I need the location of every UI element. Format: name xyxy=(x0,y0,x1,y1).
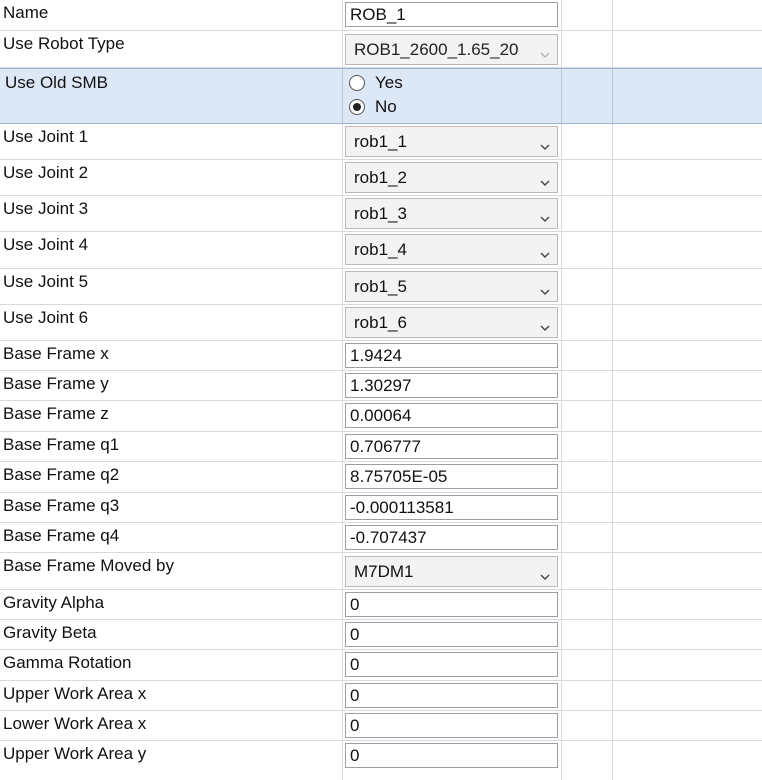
moved-by-value: M7DM1 xyxy=(354,562,414,581)
joint-3-value: rob1_3 xyxy=(354,204,407,223)
lower-work-area-x-input[interactable]: 0 xyxy=(345,713,558,738)
chevron-down-icon xyxy=(540,317,550,331)
chevron-down-icon xyxy=(540,208,550,222)
old-smb-yes-label: Yes xyxy=(375,73,403,92)
row-base-frame-moved-by: Base Frame Moved by M7DM1 xyxy=(0,553,762,590)
base-frame-q1-label: Base Frame q1 xyxy=(3,435,120,454)
row-joint-4: Use Joint 4 rob1_4 xyxy=(0,232,762,269)
name-input[interactable]: ROB_1 xyxy=(345,2,558,27)
old-smb-yes-option[interactable]: Yes xyxy=(349,72,403,94)
row-gravity-alpha: Gravity Alpha 0 xyxy=(0,590,762,620)
radio-button-icon[interactable] xyxy=(349,75,365,91)
old-smb-no-option[interactable]: No xyxy=(349,96,397,118)
gravity-beta-label: Gravity Beta xyxy=(3,623,97,642)
joint-5-label: Use Joint 5 xyxy=(3,272,89,291)
row-base-frame-q3: Base Frame q3 -0.000113581 xyxy=(0,493,762,523)
gravity-beta-input[interactable]: 0 xyxy=(345,622,558,647)
row-base-frame-y: Base Frame y 1.30297 xyxy=(0,371,762,401)
row-joint-2: Use Joint 2 rob1_2 xyxy=(0,160,762,196)
lower-work-area-x-label: Lower Work Area x xyxy=(3,714,147,733)
row-base-frame-q2: Base Frame q2 8.75705E-05 xyxy=(0,462,762,493)
gravity-alpha-label: Gravity Alpha xyxy=(3,593,105,612)
joint-5-dropdown[interactable]: rob1_5 xyxy=(345,271,558,302)
robot-type-label: Use Robot Type xyxy=(3,34,125,53)
robot-type-value: ROB1_2600_1.65_20 xyxy=(354,40,519,59)
upper-work-area-y-input[interactable]: 0 xyxy=(345,743,558,768)
moved-by-dropdown[interactable]: M7DM1 xyxy=(345,556,558,587)
radio-button-icon[interactable] xyxy=(349,99,365,115)
base-frame-q3-input[interactable]: -0.000113581 xyxy=(345,495,558,520)
row-gamma-rotation: Gamma Rotation 0 xyxy=(0,650,762,681)
base-frame-x-label: Base Frame x xyxy=(3,344,109,363)
row-joint-3: Use Joint 3 rob1_3 xyxy=(0,196,762,232)
gravity-alpha-input[interactable]: 0 xyxy=(345,592,558,617)
robot-type-dropdown[interactable]: ROB1_2600_1.65_20 xyxy=(345,34,558,65)
chevron-down-icon xyxy=(540,281,550,295)
row-base-frame-q1: Base Frame q1 0.706777 xyxy=(0,432,762,462)
base-frame-q2-label: Base Frame q2 xyxy=(3,465,120,484)
chevron-down-icon xyxy=(540,566,550,580)
joint-3-dropdown[interactable]: rob1_3 xyxy=(345,198,558,229)
joint-1-dropdown[interactable]: rob1_1 xyxy=(345,126,558,157)
base-frame-q3-label: Base Frame q3 xyxy=(3,496,120,515)
row-old-smb: Use Old SMB Yes No xyxy=(0,68,762,124)
upper-work-area-x-label: Upper Work Area x xyxy=(3,684,147,703)
row-gravity-beta: Gravity Beta 0 xyxy=(0,620,762,650)
row-robot-type: Use Robot Type ROB1_2600_1.65_20 xyxy=(0,31,762,68)
joint-1-value: rob1_1 xyxy=(354,132,407,151)
upper-work-area-y-label: Upper Work Area y xyxy=(3,744,147,763)
joint-6-value: rob1_6 xyxy=(354,313,407,332)
row-lower-work-area-x: Lower Work Area x 0 xyxy=(0,711,762,741)
joint-5-value: rob1_5 xyxy=(354,277,407,296)
row-name: Name ROB_1 xyxy=(0,0,762,31)
joint-6-label: Use Joint 6 xyxy=(3,308,89,327)
chevron-down-icon xyxy=(540,244,550,258)
joint-2-value: rob1_2 xyxy=(354,168,407,187)
joint-2-label: Use Joint 2 xyxy=(3,163,89,182)
base-frame-y-label: Base Frame y xyxy=(3,374,109,393)
row-upper-work-area-y: Upper Work Area y 0 xyxy=(0,741,762,780)
row-base-frame-z: Base Frame z 0.00064 xyxy=(0,401,762,432)
upper-work-area-x-input[interactable]: 0 xyxy=(345,683,558,708)
joint-1-label: Use Joint 1 xyxy=(3,127,89,146)
base-frame-z-input[interactable]: 0.00064 xyxy=(345,403,558,428)
gamma-rotation-label: Gamma Rotation xyxy=(3,653,132,672)
joint-3-label: Use Joint 3 xyxy=(3,199,89,218)
moved-by-label: Base Frame Moved by xyxy=(3,556,175,575)
row-joint-5: Use Joint 5 rob1_5 xyxy=(0,269,762,305)
base-frame-q1-input[interactable]: 0.706777 xyxy=(345,434,558,459)
base-frame-z-label: Base Frame z xyxy=(3,404,109,423)
joint-2-dropdown[interactable]: rob1_2 xyxy=(345,162,558,193)
row-base-frame-q4: Base Frame q4 -0.707437 xyxy=(0,523,762,553)
base-frame-q4-label: Base Frame q4 xyxy=(3,526,120,545)
joint-4-value: rob1_4 xyxy=(354,240,407,259)
gamma-rotation-input[interactable]: 0 xyxy=(345,652,558,677)
joint-4-label: Use Joint 4 xyxy=(3,235,89,254)
chevron-down-icon xyxy=(540,44,550,58)
chevron-down-icon xyxy=(540,172,550,186)
row-base-frame-x: Base Frame x 1.9424 xyxy=(0,341,762,371)
name-label: Name xyxy=(3,3,49,22)
base-frame-x-input[interactable]: 1.9424 xyxy=(345,343,558,368)
base-frame-y-input[interactable]: 1.30297 xyxy=(345,373,558,398)
row-joint-6: Use Joint 6 rob1_6 xyxy=(0,305,762,341)
joint-4-dropdown[interactable]: rob1_4 xyxy=(345,234,558,265)
row-joint-1: Use Joint 1 rob1_1 xyxy=(0,124,762,160)
base-frame-q2-input[interactable]: 8.75705E-05 xyxy=(345,464,558,489)
chevron-down-icon xyxy=(540,136,550,150)
old-smb-label: Use Old SMB xyxy=(5,73,108,92)
joint-6-dropdown[interactable]: rob1_6 xyxy=(345,307,558,338)
old-smb-no-label: No xyxy=(375,97,397,116)
base-frame-q4-input[interactable]: -0.707437 xyxy=(345,525,558,550)
row-upper-work-area-x: Upper Work Area x 0 xyxy=(0,681,762,711)
